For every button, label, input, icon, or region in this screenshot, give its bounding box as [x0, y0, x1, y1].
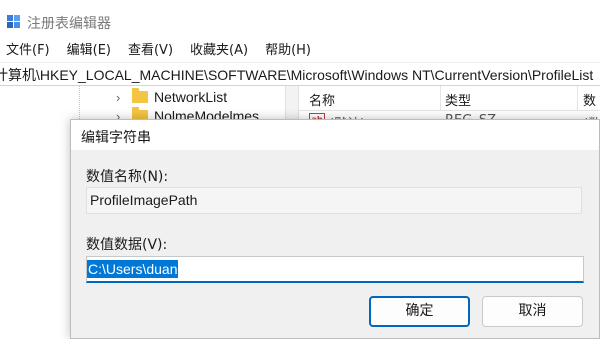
dialog-title: 编辑字符串: [81, 130, 151, 146]
menu-view[interactable]: 查看(V): [128, 40, 173, 62]
ok-button[interactable]: 确定: [369, 296, 470, 327]
value-name-label: 数值名称(N):: [86, 169, 169, 185]
value-data-text[interactable]: C:\Users\duan: [87, 260, 179, 278]
value-data-label: 数值数据(V):: [86, 237, 168, 253]
chevron-right-icon[interactable]: ›: [116, 90, 126, 105]
address-path[interactable]: 计算机\HKEY_LOCAL_MACHINE\SOFTWARE\Microsof…: [0, 65, 593, 85]
tree-item-networklist[interactable]: › NetworkList: [116, 87, 227, 107]
column-header-type[interactable]: 类型: [445, 90, 471, 109]
column-header-name[interactable]: 名称: [309, 90, 335, 109]
folder-icon: [132, 88, 148, 103]
address-bar[interactable]: 计算机\HKEY_LOCAL_MACHINE\SOFTWARE\Microsof…: [0, 62, 600, 86]
window-title: 注册表编辑器: [27, 16, 111, 32]
menu-bar: 文件(F) 编辑(E) 查看(V) 收藏夹(A) 帮助(H): [0, 40, 600, 62]
values-list-header: 名称 类型 数: [299, 86, 600, 111]
menu-file[interactable]: 文件(F): [6, 40, 50, 62]
cancel-button[interactable]: 取消: [482, 296, 583, 327]
column-header-data[interactable]: 数: [583, 90, 596, 109]
column-divider[interactable]: [577, 86, 578, 110]
tree-item-label: NetworkList: [154, 89, 228, 105]
registry-editor-icon: [7, 15, 20, 28]
value-data-input[interactable]: C:\Users\duan: [86, 256, 584, 283]
window-titlebar: 注册表编辑器: [0, 0, 600, 40]
menu-favorites[interactable]: 收藏夹(A): [190, 40, 248, 62]
menu-help[interactable]: 帮助(H): [265, 40, 311, 62]
value-name-field: ProfileImagePath: [86, 187, 582, 214]
dialog-titlebar[interactable]: 编辑字符串: [71, 120, 599, 150]
column-divider[interactable]: [440, 86, 441, 110]
edit-string-dialog: 编辑字符串 数值名称(N): ProfileImagePath 数值数据(V):…: [70, 119, 600, 339]
menu-edit[interactable]: 编辑(E): [67, 40, 111, 62]
